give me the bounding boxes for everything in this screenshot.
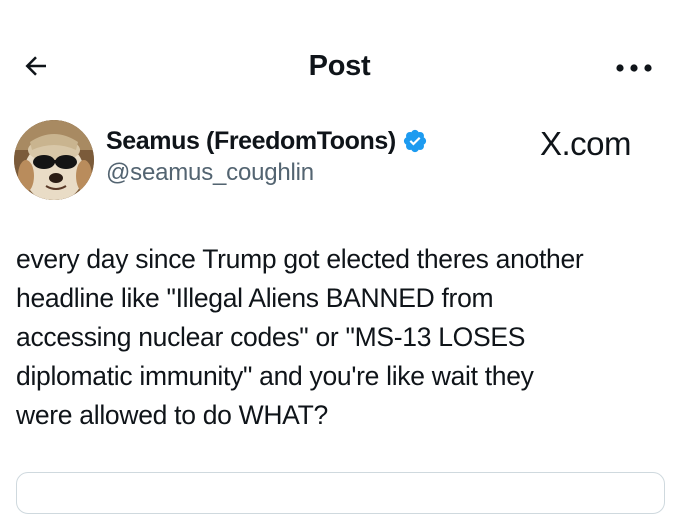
top-bar: Post	[0, 0, 679, 120]
verified-badge-icon	[403, 129, 426, 153]
avatar[interactable]	[14, 120, 94, 200]
page-title: Post	[308, 50, 371, 82]
post-body-text: every day since Trump got elected theres…	[16, 244, 584, 430]
more-horizontal-icon	[616, 64, 652, 72]
more-options-button[interactable]	[612, 54, 656, 82]
dog-with-sunglasses-avatar	[14, 120, 94, 200]
bottom-card	[16, 472, 665, 514]
author-handle[interactable]: @seamus_coughlin	[106, 158, 314, 188]
author-display-name[interactable]: Seamus (FreedomToons)	[106, 127, 396, 156]
site-brand-label: X.com	[540, 125, 632, 162]
author-name-row[interactable]: Seamus (FreedomToons)	[106, 124, 428, 158]
